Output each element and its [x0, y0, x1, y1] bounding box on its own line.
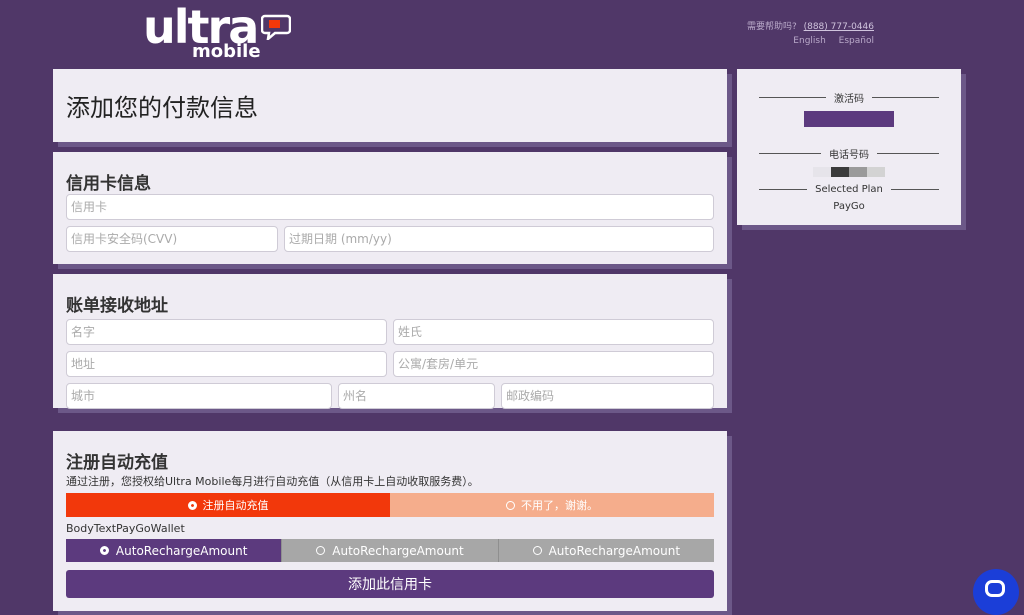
card-number-input[interactable]: 信用卡	[66, 194, 714, 220]
chat-launcher-button[interactable]	[973, 569, 1019, 615]
order-summary-panel: 激活码 电话号码 Selected Plan PayGo	[737, 69, 961, 225]
lang-espanol[interactable]: Español	[839, 36, 874, 46]
first-name-input[interactable]: 名字	[66, 319, 387, 345]
language-switcher: English Español	[783, 36, 874, 46]
auto-recharge-toggle: 注册自动充值 不用了，谢谢。	[66, 493, 714, 517]
activation-section: 激活码	[759, 90, 939, 127]
title-panel: 添加您的付款信息	[53, 69, 727, 142]
auto-recharge-panel: 注册自动充值 通过注册，您授权给Ultra Mobile每月进行自动充值（从信用…	[53, 431, 727, 611]
page-title: 添加您的付款信息	[66, 94, 258, 122]
lang-english[interactable]: English	[793, 36, 826, 46]
expiry-input[interactable]: 过期日期 (mm/yy)	[284, 226, 714, 252]
phone-section: 电话号码	[759, 146, 939, 177]
billing-section-title: 账单接收地址	[66, 296, 168, 316]
apt-input[interactable]: 公寓/套房/单元	[393, 351, 714, 377]
help-line: 需要帮助吗? (888) 777-0446	[747, 19, 874, 32]
radio-selected-icon	[99, 546, 109, 555]
amount-option-3[interactable]: AutoRechargeAmount	[497, 539, 714, 562]
radio-empty-icon	[532, 546, 542, 555]
amount-label: AutoRechargeAmount	[332, 543, 464, 558]
activation-code-value	[804, 111, 894, 127]
address-input[interactable]: 地址	[66, 351, 387, 377]
wallet-label: BodyTextPayGoWallet	[66, 522, 185, 535]
amount-option-1[interactable]: AutoRechargeAmount	[66, 539, 282, 562]
logo-bubble-icon	[261, 14, 291, 40]
phone-heading: 电话号码	[759, 146, 939, 161]
phone-number-redacted	[759, 167, 939, 177]
ultra-mobile-logo[interactable]: ultra mobile	[143, 0, 293, 62]
activation-label: 激活码	[834, 94, 864, 105]
decline-auto-recharge-option[interactable]: 不用了，谢谢。	[390, 493, 714, 517]
card-section-title: 信用卡信息	[66, 174, 151, 194]
help-phone-link[interactable]: (888) 777-0446	[804, 22, 874, 32]
recharge-amount-selector: AutoRechargeAmount AutoRechargeAmount Au…	[66, 539, 714, 562]
last-name-input[interactable]: 姓氏	[393, 319, 714, 345]
cvv-input[interactable]: 信用卡安全码(CVV)	[66, 226, 278, 252]
plan-section: Selected Plan PayGo	[759, 184, 939, 212]
amount-label: AutoRechargeAmount	[115, 543, 248, 558]
enroll-auto-recharge-option[interactable]: 注册自动充值	[66, 493, 390, 517]
city-input[interactable]: 城市	[66, 383, 332, 409]
billing-address-panel: 账单接收地址 名字 姓氏 地址 公寓/套房/单元 城市 州名 邮政编码	[53, 274, 727, 409]
radio-empty-icon	[316, 546, 326, 555]
radio-empty-icon	[506, 500, 515, 510]
amount-label: AutoRechargeAmount	[548, 543, 681, 558]
activation-heading: 激活码	[759, 90, 939, 105]
logo-sub: mobile	[192, 41, 261, 62]
option-label: 不用了，谢谢。	[521, 499, 598, 512]
zip-input[interactable]: 邮政编码	[501, 383, 714, 409]
plan-value: PayGo	[833, 201, 865, 212]
state-select[interactable]: 州名	[338, 383, 495, 409]
radio-selected-icon	[187, 500, 197, 510]
option-label: 注册自动充值	[202, 499, 269, 512]
plan-heading: Selected Plan	[759, 184, 939, 195]
help-text: 需要帮助吗?	[746, 22, 797, 32]
amount-option-2[interactable]: AutoRechargeAmount	[281, 539, 498, 562]
phone-label: 电话号码	[829, 150, 869, 161]
chat-icon	[985, 580, 1005, 597]
auto-recharge-note: 通过注册，您授权给Ultra Mobile每月进行自动充值（从信用卡上自动收取服…	[66, 475, 479, 488]
auto-section-title: 注册自动充值	[66, 453, 168, 473]
add-card-button[interactable]: 添加此信用卡	[66, 570, 714, 598]
card-info-panel: 信用卡信息 信用卡 信用卡安全码(CVV) 过期日期 (mm/yy)	[53, 152, 727, 264]
plan-label: Selected Plan	[815, 184, 883, 195]
